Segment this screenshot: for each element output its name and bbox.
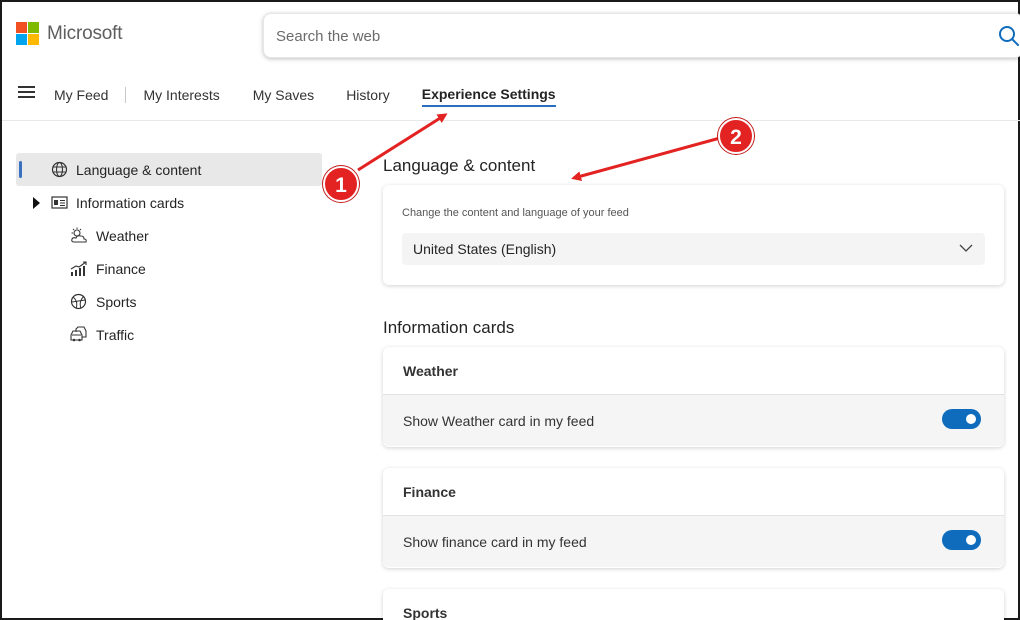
annotation-badge-2: 2 [718, 118, 754, 154]
sidebar-item-label: Traffic [96, 326, 135, 343]
finance-icon [70, 261, 87, 276]
sidebar-item-label: Information cards [76, 194, 185, 211]
chevron-down-icon [959, 244, 973, 252]
tab-history[interactable]: History [346, 87, 390, 103]
cards-icon [51, 196, 68, 209]
weather-toggle-label: Show Weather card in my feed [403, 413, 595, 429]
sidebar-item-language-content[interactable]: Language & content [51, 161, 201, 178]
arrow-2 [571, 136, 721, 181]
nav-divider [125, 87, 127, 103]
annotation-badge-1: 1 [323, 166, 359, 202]
finance-toggle-label: Show finance card in my feed [403, 534, 587, 550]
language-section-title: Language & content [383, 156, 536, 175]
language-caption: Change the content and language of your … [402, 207, 629, 219]
weather-toggle[interactable] [942, 409, 981, 429]
finance-card-title: Finance [403, 484, 456, 500]
language-card: Change the content and language of your … [383, 185, 1004, 285]
hamburger-menu-icon[interactable] [18, 86, 35, 98]
microsoft-logo-icon [16, 22, 39, 45]
tab-my-feed[interactable]: My Feed [54, 87, 108, 103]
weather-card-toggle-row: Show Weather card in my feed [383, 394, 1004, 446]
language-select[interactable]: United States (English) [402, 233, 985, 265]
sports-card-title: Sports [403, 605, 448, 620]
brand-name: Microsoft [47, 22, 123, 44]
tab-experience-settings[interactable]: Experience Settings [421, 86, 556, 107]
top-nav: My Feed My Interests My Saves History Ex… [54, 83, 556, 107]
weather-card-title: Weather [403, 363, 458, 379]
sports-icon [70, 293, 87, 310]
weather-icon [71, 227, 87, 243]
sports-card: Sports [383, 589, 1004, 620]
expand-caret-icon[interactable] [33, 197, 40, 209]
language-select-value: United States (English) [413, 241, 557, 257]
sidebar-item-sports[interactable]: Sports [70, 293, 136, 310]
search-input[interactable] [276, 25, 976, 47]
sidebar-item-traffic[interactable]: Traffic [70, 326, 134, 343]
microsoft-logo[interactable]: Microsoft [16, 22, 122, 45]
finance-card: Finance Show finance card in my feed [383, 468, 1004, 568]
globe-icon [51, 161, 68, 178]
sidebar-item-label: Language & content [76, 161, 202, 178]
sidebar-item-weather[interactable]: Weather [70, 227, 149, 244]
weather-card: Weather Show Weather card in my feed [383, 347, 1004, 447]
sidebar-item-information-cards[interactable]: Information cards [51, 194, 184, 211]
tab-my-saves[interactable]: My Saves [253, 87, 314, 103]
header-divider [2, 120, 1020, 121]
finance-card-toggle-row: Show finance card in my feed [383, 515, 1004, 567]
traffic-icon [70, 326, 87, 342]
search-icon[interactable] [997, 24, 1020, 48]
info-cards-section-title: Information cards [383, 318, 515, 337]
sidebar-item-label: Finance [96, 260, 146, 277]
tab-my-interests[interactable]: My Interests [143, 87, 219, 103]
sidebar-item-label: Weather [96, 227, 149, 244]
finance-toggle[interactable] [942, 530, 981, 550]
sidebar-item-label: Sports [96, 293, 137, 310]
sidebar-active-indicator [19, 161, 22, 178]
sidebar-item-finance[interactable]: Finance [70, 260, 146, 277]
search-box [263, 13, 1020, 58]
